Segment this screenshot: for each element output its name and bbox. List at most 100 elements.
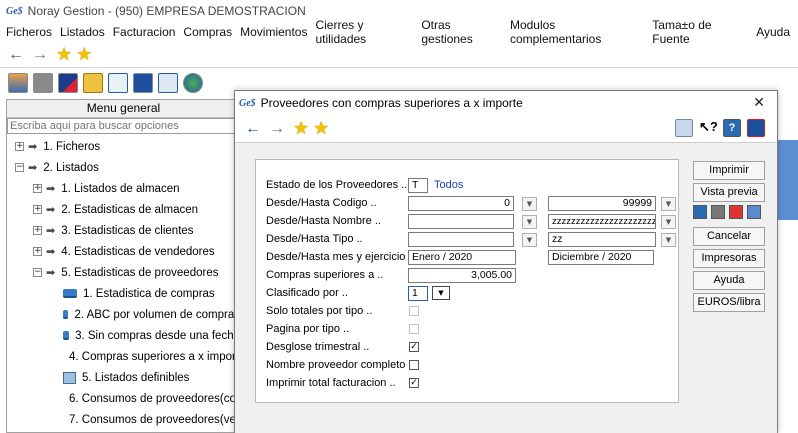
desglose-label: Desglose trimestral .. — [266, 341, 370, 353]
tree-item-label: 7. Consumos de proveedores(ventas) — [69, 413, 240, 426]
menu-general-header: Menu general — [7, 100, 240, 118]
cancelar-button[interactable]: Cancelar — [693, 227, 765, 246]
nombre-to-input[interactable]: zzzzzzzzzzzzzzzzzzzzzzzzz — [548, 214, 656, 229]
menu-listados[interactable]: Listados — [60, 25, 105, 39]
menu-facturacion[interactable]: Facturacion — [113, 25, 176, 39]
codigo-from-input[interactable]: 0 — [408, 196, 514, 211]
expand-plus-icon[interactable]: + — [33, 205, 42, 214]
save-icon[interactable] — [675, 119, 693, 137]
expand-plus-icon[interactable]: + — [33, 184, 42, 193]
codigo-to-dropdown-icon[interactable]: ▼ — [661, 197, 676, 211]
buildings-icon[interactable] — [8, 73, 28, 93]
report-icon — [63, 289, 77, 298]
add-favorite-star-icon[interactable]: ★ — [76, 44, 92, 65]
menu-ficheros[interactable]: Ficheros — [6, 25, 52, 39]
window-icon[interactable] — [133, 73, 153, 93]
expand-plus-icon[interactable]: + — [15, 142, 24, 151]
tree-item-listados[interactable]: − ➡ 2. Listados — [7, 157, 240, 178]
nombre-completo-checkbox[interactable] — [409, 360, 419, 370]
mes-to-input[interactable]: Diciembre / 2020 — [548, 250, 654, 265]
nombre-from-dropdown-icon[interactable]: ▼ — [522, 215, 537, 229]
pagina-checkbox[interactable] — [409, 324, 419, 334]
dialog-toolbar-right: ↖? ? — [669, 119, 765, 137]
tree-item-sin-compras[interactable]: 3. Sin compras desde una fecha — [7, 325, 240, 346]
pdf-export-icon[interactable] — [729, 205, 743, 219]
expand-plus-icon[interactable]: + — [33, 247, 42, 256]
exit-icon[interactable] — [747, 119, 765, 137]
ayuda-button[interactable]: Ayuda — [693, 271, 765, 290]
close-icon[interactable]: ✕ — [753, 94, 765, 111]
grid-export-icon[interactable] — [711, 205, 725, 219]
estado-label: Estado de los Proveedores .. — [266, 179, 408, 191]
chart-icon[interactable] — [58, 73, 78, 93]
tree-item-listados-definibles[interactable]: 5. Listados definibles — [7, 367, 240, 388]
imprimir-total-checkbox[interactable]: ✓ — [409, 378, 419, 388]
image-export-icon[interactable] — [747, 205, 761, 219]
tree-item-consumos-compras[interactable]: 6. Consumos de proveedores(compras — [7, 388, 240, 409]
collapse-minus-icon[interactable]: − — [33, 268, 42, 277]
tree-item-estadisticas-almacen[interactable]: + ➡ 2. Estadisticas de almacen — [7, 199, 240, 220]
tree-item-estadistica-compras[interactable]: 1. Estadistica de compras — [7, 283, 240, 304]
key-icon[interactable] — [83, 73, 103, 93]
menu-ayuda[interactable]: Ayuda — [756, 25, 790, 39]
back-arrow-icon[interactable]: ← — [8, 46, 24, 64]
tree-item-label: 4. Compras superiores a x importe — [69, 350, 241, 363]
estado-input[interactable]: T — [408, 178, 428, 193]
tree-item-label: 2. ABC por volumen de compras — [74, 308, 240, 321]
mes-from-input[interactable]: Enero / 2020 — [408, 250, 516, 265]
arrow-icon: ➡ — [46, 266, 56, 279]
impresoras-button[interactable]: Impresoras — [693, 249, 765, 268]
euros-libra-button[interactable]: EUROS/libra — [693, 293, 765, 312]
clasificado-dropdown-icon[interactable]: ▼ — [432, 286, 450, 300]
tree-item-label: 2. Listados — [43, 161, 99, 174]
desglose-checkbox[interactable]: ✓ — [409, 342, 419, 352]
tipo-from-input[interactable] — [408, 232, 514, 247]
arrow-icon: ➡ — [46, 182, 56, 195]
collapse-minus-icon[interactable]: − — [15, 163, 24, 172]
clasificado-select[interactable]: 1 — [408, 286, 428, 301]
solo-totales-checkbox[interactable] — [409, 306, 419, 316]
nombre-to-dropdown-icon[interactable]: ▼ — [661, 215, 676, 229]
vista-previa-button[interactable]: Vista previa — [693, 183, 765, 202]
dialog-favorite-star-icon[interactable]: ★ — [293, 118, 309, 139]
tree-item-estadisticas-vendedores[interactable]: + ➡ 4. Estadisticas de vendedores — [7, 241, 240, 262]
tree-item-listados-almacen[interactable]: + ➡ 1. Listados de almacen — [7, 178, 240, 199]
tipo-to-dropdown-icon[interactable]: ▼ — [661, 233, 676, 247]
expand-plus-icon[interactable]: + — [33, 226, 42, 235]
arrow-icon: ➡ — [46, 224, 56, 237]
imprimir-button[interactable]: Imprimir — [693, 161, 765, 180]
help-cursor-icon[interactable]: ↖? — [699, 119, 718, 137]
dialog-toolbar: ← → ★ ★ ↖? ? — [235, 115, 777, 143]
favorite-star-icon[interactable]: ★ — [56, 44, 72, 65]
tipo-from-dropdown-icon[interactable]: ▼ — [522, 233, 537, 247]
tree-item-compras-superiores[interactable]: 4. Compras superiores a x importe — [7, 346, 240, 367]
globe-icon[interactable] — [183, 73, 203, 93]
tree-item-ficheros[interactable]: + ➡ 1. Ficheros — [7, 136, 240, 157]
dialog-add-favorite-star-icon[interactable]: ★ — [313, 118, 329, 139]
solo-totales-label: Solo totales por tipo .. — [266, 305, 373, 317]
list-icon — [63, 371, 76, 384]
dialog-back-arrow-icon[interactable]: ← — [245, 120, 261, 138]
calculator-icon[interactable] — [108, 73, 128, 93]
tree-item-estadisticas-clientes[interactable]: + ➡ 3. Estadisticas de clientes — [7, 220, 240, 241]
compras-superiores-input[interactable]: 3,005.00 — [408, 268, 516, 283]
codigo-to-input[interactable]: 99999 — [548, 196, 656, 211]
help-icon[interactable]: ? — [723, 119, 741, 137]
tree-item-estadisticas-proveedores[interactable]: − ➡ 5. Estadisticas de proveedores — [7, 262, 240, 283]
menu-search-input[interactable] — [7, 118, 240, 134]
network-icon[interactable] — [158, 73, 178, 93]
dialog-forward-arrow-icon[interactable]: → — [269, 120, 285, 138]
tipo-to-input[interactable]: zz — [548, 232, 656, 247]
codigo-from-dropdown-icon[interactable]: ▼ — [522, 197, 537, 211]
tree-item-label: 1. Listados de almacen — [61, 182, 180, 195]
proveedores-dialog: Ge$ Proveedores con compras superiores a… — [234, 90, 778, 433]
word-export-icon[interactable] — [693, 205, 707, 219]
tree-item-abc-volumen[interactable]: 2. ABC por volumen de compras — [7, 304, 240, 325]
forward-arrow-icon[interactable]: → — [32, 46, 48, 64]
menu-compras[interactable]: Compras — [183, 25, 232, 39]
box-icon[interactable] — [33, 73, 53, 93]
nombre-from-input[interactable] — [408, 214, 514, 229]
tree-item-consumos-ventas[interactable]: 7. Consumos de proveedores(ventas) — [7, 409, 240, 430]
menu-movimientos[interactable]: Movimientos — [240, 25, 307, 39]
background-banner — [778, 140, 798, 220]
